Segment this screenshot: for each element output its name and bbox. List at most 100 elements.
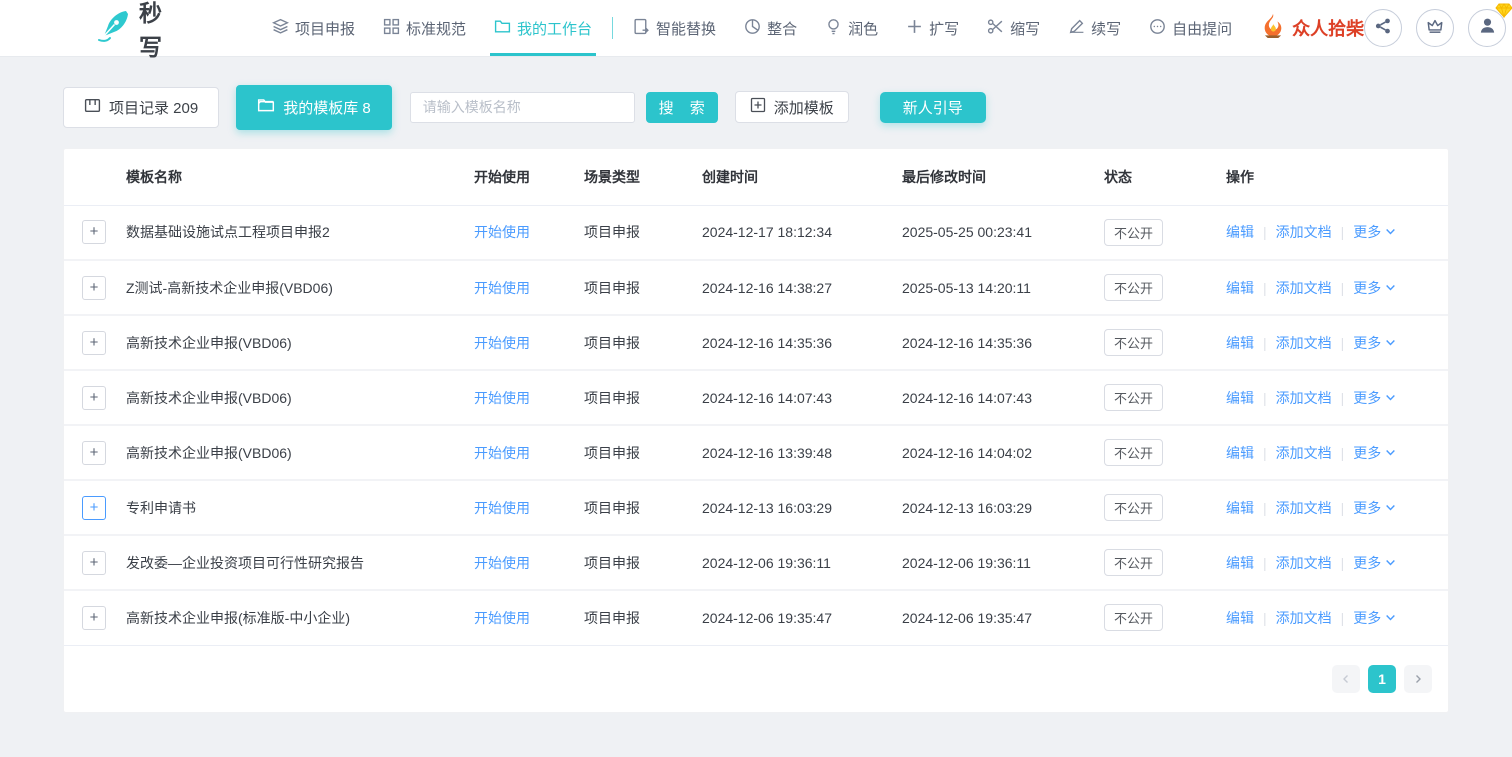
chevron-right-icon <box>1413 671 1423 687</box>
search-button[interactable]: 搜 索 <box>646 92 718 123</box>
template-name-cell: 高新技术企业申报(标准版-中小企业) <box>126 590 474 645</box>
nav-item-standards[interactable]: 标准规范 <box>369 0 480 56</box>
row-expand-button[interactable]: + <box>82 441 106 465</box>
nav-item-project-apply[interactable]: 项目申报 <box>258 0 369 56</box>
edit-link[interactable]: 编辑 <box>1226 608 1254 628</box>
nav-label: 润色 <box>848 18 878 39</box>
chevron-down-icon <box>1385 390 1396 406</box>
add-document-link[interactable]: 添加文档 <box>1276 222 1332 242</box>
action-separator: | <box>1263 555 1267 571</box>
nav-item-smart-replace[interactable]: 智能替换 <box>619 0 730 56</box>
status-badge: 不公开 <box>1104 384 1163 411</box>
start-use-link[interactable]: 开始使用 <box>474 224 530 240</box>
grid-icon <box>383 18 400 39</box>
nav-item-continue-write[interactable]: 续写 <box>1054 0 1135 56</box>
pagination: 1 <box>64 646 1448 712</box>
newcomer-guide-button[interactable]: 新人引导 <box>880 92 986 123</box>
row-expand-button[interactable]: + <box>82 276 106 300</box>
more-link[interactable]: 更多 <box>1353 222 1396 242</box>
my-template-library-button[interactable]: 我的模板库 8 <box>236 85 392 130</box>
edit-link[interactable]: 编辑 <box>1226 333 1254 353</box>
table-row: + 数据基础设施试点工程项目申报2 开始使用 项目申报 2024-12-17 1… <box>64 205 1448 260</box>
action-separator: | <box>1263 335 1267 351</box>
brand-logo[interactable]: 秒写 <box>95 0 165 62</box>
more-link[interactable]: 更多 <box>1353 333 1396 353</box>
created-time-cell: 2024-12-06 19:35:47 <box>702 590 902 645</box>
action-separator: | <box>1263 280 1267 296</box>
newcomer-guide-label: 新人引导 <box>903 97 963 118</box>
nav-label: 标准规范 <box>406 18 466 39</box>
add-template-button[interactable]: 添加模板 <box>735 91 849 123</box>
row-expand-button[interactable]: + <box>82 386 106 410</box>
membership-button[interactable] <box>1416 9 1454 47</box>
crown-icon <box>1426 17 1444 40</box>
page-1-button[interactable]: 1 <box>1368 665 1396 693</box>
edit-link[interactable]: 编辑 <box>1226 498 1254 518</box>
chevron-down-icon <box>1385 224 1396 240</box>
nav-right-actions <box>1364 9 1506 47</box>
start-use-link[interactable]: 开始使用 <box>474 280 530 296</box>
add-template-label: 添加模板 <box>774 97 834 118</box>
edit-link[interactable]: 编辑 <box>1226 553 1254 573</box>
nav-items: 项目申报 标准规范 我的工作台 <box>258 0 1246 56</box>
start-use-link[interactable]: 开始使用 <box>474 610 530 626</box>
more-link[interactable]: 更多 <box>1353 388 1396 408</box>
start-use-link[interactable]: 开始使用 <box>474 500 530 516</box>
chat-icon <box>1149 18 1166 39</box>
created-time-cell: 2024-12-16 14:35:36 <box>702 315 902 370</box>
modified-time-cell: 2024-12-16 14:04:02 <box>902 425 1104 480</box>
nav-label: 缩写 <box>1010 18 1040 39</box>
header-status: 状态 <box>1104 149 1226 205</box>
chevron-down-icon <box>1385 280 1396 296</box>
nav-label: 自由提问 <box>1172 18 1232 39</box>
prev-page-button[interactable] <box>1332 665 1360 693</box>
nav-item-free-question[interactable]: 自由提问 <box>1135 0 1246 56</box>
start-use-link[interactable]: 开始使用 <box>474 390 530 406</box>
add-document-link[interactable]: 添加文档 <box>1276 608 1332 628</box>
next-page-button[interactable] <box>1404 665 1432 693</box>
edit-link[interactable]: 编辑 <box>1226 222 1254 242</box>
status-badge: 不公开 <box>1104 604 1163 631</box>
start-use-link[interactable]: 开始使用 <box>474 555 530 571</box>
add-document-link[interactable]: 添加文档 <box>1276 333 1332 353</box>
row-expand-button[interactable]: + <box>82 220 106 244</box>
pie-icon <box>744 18 761 39</box>
edit-link[interactable]: 编辑 <box>1226 278 1254 298</box>
nav-item-my-workspace[interactable]: 我的工作台 <box>480 0 606 56</box>
flame-icon <box>1260 13 1286 44</box>
row-expand-button[interactable]: + <box>82 496 106 520</box>
edit-link[interactable]: 编辑 <box>1226 388 1254 408</box>
row-expand-button[interactable]: + <box>82 331 106 355</box>
header-actions: 操作 <box>1226 149 1448 205</box>
nav-item-shrink-write[interactable]: 缩写 <box>973 0 1054 56</box>
start-use-link[interactable]: 开始使用 <box>474 445 530 461</box>
template-name-cell: 发改委—企业投资项目可行性研究报告 <box>126 535 474 590</box>
edit-link[interactable]: 编辑 <box>1226 443 1254 463</box>
start-use-link[interactable]: 开始使用 <box>474 335 530 351</box>
add-document-link[interactable]: 添加文档 <box>1276 278 1332 298</box>
more-link[interactable]: 更多 <box>1353 443 1396 463</box>
template-search-input[interactable] <box>410 92 635 123</box>
more-link[interactable]: 更多 <box>1353 278 1396 298</box>
add-document-link[interactable]: 添加文档 <box>1276 388 1332 408</box>
row-expand-button[interactable]: + <box>82 606 106 630</box>
created-time-cell: 2024-12-16 13:39:48 <box>702 425 902 480</box>
crowd-gather-link[interactable]: 众人拾柴 <box>1260 13 1364 44</box>
more-link[interactable]: 更多 <box>1353 498 1396 518</box>
add-document-link[interactable]: 添加文档 <box>1276 443 1332 463</box>
add-document-link[interactable]: 添加文档 <box>1276 553 1332 573</box>
row-expand-button[interactable]: + <box>82 551 106 575</box>
share-button[interactable] <box>1364 9 1402 47</box>
bulb-icon <box>825 18 842 39</box>
add-document-link[interactable]: 添加文档 <box>1276 498 1332 518</box>
more-link[interactable]: 更多 <box>1353 553 1396 573</box>
more-link[interactable]: 更多 <box>1353 608 1396 628</box>
table-row: + 高新技术企业申报(VBD06) 开始使用 项目申报 2024-12-16 1… <box>64 425 1448 480</box>
user-avatar-button[interactable] <box>1468 9 1506 47</box>
nav-item-merge[interactable]: 整合 <box>730 0 811 56</box>
share-icon <box>1374 17 1392 40</box>
nav-item-polish[interactable]: 润色 <box>811 0 892 56</box>
status-badge: 不公开 <box>1104 329 1163 356</box>
nav-item-expand-write[interactable]: 扩写 <box>892 0 973 56</box>
project-records-button[interactable]: 项目记录 209 <box>63 87 219 128</box>
